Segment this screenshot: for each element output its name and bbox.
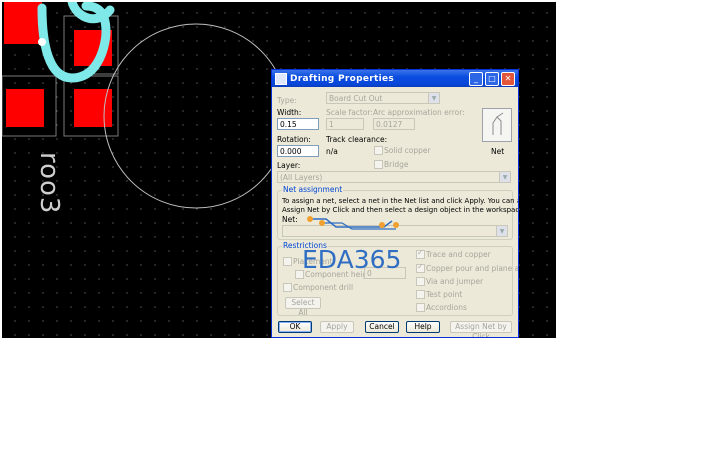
scale-factor-label: Scale factor: bbox=[326, 108, 373, 117]
rotation-input[interactable]: 0.000 bbox=[277, 145, 319, 157]
silkscreen-text: roo3 bbox=[34, 152, 64, 215]
app-icon bbox=[275, 72, 287, 85]
trace-and-copper-label: Trace and copper bbox=[426, 250, 491, 259]
layer-value: (All Layers) bbox=[280, 173, 323, 182]
component-drill-label: Component drill bbox=[293, 283, 354, 292]
type-value: Board Cut Out bbox=[329, 94, 383, 103]
dialog-title: Drafting Properties bbox=[290, 73, 395, 84]
help-button[interactable]: Help bbox=[406, 321, 440, 333]
arc-approximation-label: Arc approximation error: bbox=[373, 108, 465, 117]
maximize-icon[interactable]: □ bbox=[485, 71, 499, 86]
net-icon bbox=[492, 112, 504, 135]
placement-checkbox[interactable] bbox=[283, 257, 292, 266]
copper-pour-label: Copper pour and plane area bbox=[426, 264, 519, 273]
layer-label: Layer: bbox=[277, 161, 301, 170]
net-assignment-title: Net assignment bbox=[282, 185, 344, 194]
type-select[interactable]: Board Cut Out ▼ bbox=[326, 92, 440, 104]
pad bbox=[6, 89, 44, 127]
track-clearance-value: n/a bbox=[326, 147, 338, 156]
solid-copper-checkbox[interactable] bbox=[374, 146, 383, 155]
dialog-content: Type: Board Cut Out ▼ Width: Scale facto… bbox=[272, 87, 518, 337]
assign-net-by-click-button[interactable]: Assign Net by Click bbox=[450, 321, 512, 337]
watermark-circuit-icon bbox=[307, 216, 399, 230]
accordions-checkbox[interactable] bbox=[416, 303, 425, 312]
test-point-checkbox[interactable] bbox=[416, 290, 425, 299]
accordions-label: Accordions bbox=[426, 303, 467, 312]
board-cut-out-circle bbox=[103, 23, 289, 209]
net-assignment-description-1: To assign a net, select a net in the Net… bbox=[282, 197, 518, 205]
ok-button[interactable]: OK bbox=[278, 321, 312, 333]
width-label: Width: bbox=[277, 108, 302, 117]
trace-and-copper-checkbox[interactable] bbox=[416, 248, 425, 259]
copper-pour-checkbox[interactable] bbox=[416, 262, 425, 273]
via-and-jumper-checkbox[interactable] bbox=[416, 277, 425, 286]
layer-select[interactable]: (All Layers) ▼ bbox=[277, 171, 511, 183]
pad bbox=[4, 2, 42, 44]
bridge-label: Bridge bbox=[384, 160, 409, 169]
arc-approximation-input[interactable]: 0.0127 bbox=[373, 118, 415, 130]
drafting-properties-dialog: Drafting Properties _ □ ✕ Type: Board Cu… bbox=[271, 69, 519, 338]
chevron-down-icon: ▼ bbox=[499, 172, 510, 182]
chevron-down-icon: ▼ bbox=[428, 93, 439, 103]
net-label: Net: bbox=[282, 215, 298, 224]
test-point-label: Test point bbox=[426, 290, 463, 299]
track-clearance-label: Track clearance: bbox=[326, 135, 388, 144]
scale-factor-input[interactable]: 1 bbox=[326, 118, 364, 130]
rotation-label: Rotation: bbox=[277, 135, 311, 144]
cancel-button[interactable]: Cancel bbox=[365, 321, 399, 333]
chevron-down-icon: ▼ bbox=[496, 226, 507, 236]
net-button[interactable] bbox=[482, 108, 512, 142]
select-all-button[interactable]: Select All bbox=[285, 297, 321, 317]
dialog-titlebar[interactable]: Drafting Properties _ □ ✕ bbox=[272, 70, 518, 87]
type-label: Type: bbox=[277, 96, 297, 105]
via-and-jumper-label: Via and jumper bbox=[426, 277, 484, 286]
close-icon[interactable]: ✕ bbox=[501, 71, 515, 86]
apply-button[interactable]: Apply bbox=[320, 321, 354, 333]
minimize-icon[interactable]: _ bbox=[469, 71, 483, 86]
net-button-label: Net bbox=[491, 147, 505, 156]
width-input[interactable]: 0.15 bbox=[277, 118, 319, 130]
solid-copper-label: Solid copper bbox=[384, 146, 431, 155]
silk-dot bbox=[38, 38, 46, 46]
watermark: EDA365 bbox=[302, 245, 402, 274]
bridge-checkbox[interactable] bbox=[374, 160, 383, 169]
component-drill-checkbox[interactable] bbox=[283, 283, 292, 292]
